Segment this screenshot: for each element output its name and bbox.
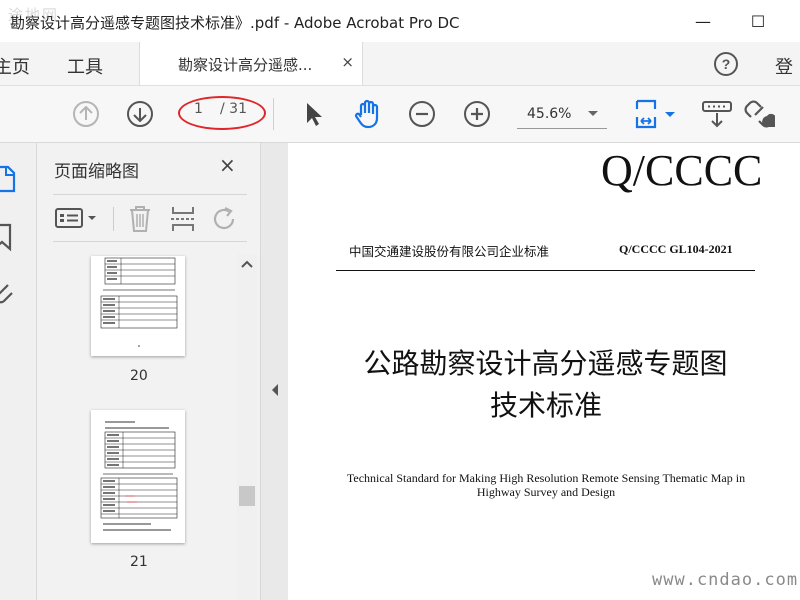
thumbnail-options-icon[interactable]	[55, 207, 99, 231]
next-page-icon[interactable]	[124, 98, 156, 130]
tab-document-label: 勘察设计高分遥感...	[178, 56, 313, 74]
window-title: 勘察设计高分遥感专题图技术标准》.pdf - Adobe Acrobat Pro…	[10, 14, 460, 32]
bookmark-icon[interactable]	[0, 221, 18, 253]
thumbnail-list[interactable]: 20 21	[37, 254, 236, 600]
page-thumbnail-content	[100, 257, 178, 347]
chevron-down-icon[interactable]	[588, 110, 598, 118]
page-thumbnail-content	[100, 421, 178, 531]
maximize-button[interactable]: ☐	[745, 8, 771, 34]
rotate-icon[interactable]	[211, 205, 239, 233]
panel-collapse-strip[interactable]	[260, 143, 289, 600]
watermark-logo: 途地网	[8, 6, 60, 24]
page-thumbnail-20[interactable]	[91, 256, 185, 356]
chevron-down-icon[interactable]	[665, 111, 675, 119]
tab-tools[interactable]: 工具	[67, 53, 103, 79]
left-rail	[0, 143, 37, 600]
document-title-line-1: 公路勘察设计高分遥感专题图	[363, 347, 728, 380]
panel-toolbar	[53, 194, 247, 242]
standard-mark: Q/CCCC	[601, 146, 763, 195]
tab-document[interactable]: 勘察设计高分遥感... ×	[139, 42, 363, 85]
select-arrow-icon[interactable]	[298, 98, 330, 130]
header-rule	[336, 270, 755, 271]
page-thumbnails-icon[interactable]	[0, 163, 20, 195]
panel-divider	[113, 207, 114, 231]
scroll-up-icon[interactable]	[241, 260, 253, 268]
document-title-english: Technical Standard for Making High Resol…	[346, 471, 746, 499]
standard-code: Q/CCCC GL104-2021	[619, 242, 733, 256]
attachment-icon[interactable]	[0, 279, 18, 311]
tab-row: 主页 工具 勘察设计高分遥感... × ? 登	[0, 42, 800, 86]
sign-in-button[interactable]: 登	[775, 53, 793, 79]
collapse-arrow-icon[interactable]	[271, 383, 279, 397]
site-watermark: www.cndao.com	[652, 570, 799, 590]
zoom-level-select[interactable]: 45.6%	[527, 106, 571, 122]
toolbar	[0, 86, 800, 143]
page-thumbnail-number: 20	[130, 368, 148, 384]
scrollbar-thumb[interactable]	[239, 486, 255, 506]
hand-icon[interactable]	[351, 97, 383, 129]
panel-close-icon[interactable]: ×	[219, 153, 236, 177]
document-title-line-2: 技术标准	[489, 389, 602, 422]
tab-home[interactable]: 主页	[0, 53, 30, 79]
svg-text:?: ?	[722, 56, 731, 72]
fit-page-icon[interactable]	[630, 97, 662, 129]
minimize-button[interactable]: —	[690, 8, 716, 34]
insert-page-icon[interactable]	[169, 205, 197, 233]
help-icon[interactable]: ?	[713, 51, 739, 77]
annotation-ellipse	[178, 96, 266, 130]
zoom-out-icon[interactable]	[406, 98, 438, 130]
page-thumbnail-number: 21	[130, 554, 148, 570]
title-bar: 勘察设计高分遥感专题图技术标准》.pdf - Adobe Acrobat Pro…	[0, 0, 800, 42]
toolbar-divider	[273, 98, 274, 130]
panel-title: 页面缩略图	[54, 162, 139, 182]
organization-name: 中国交通建设股份有限公司企业标准	[349, 244, 550, 259]
tab-close-icon[interactable]: ×	[341, 53, 354, 71]
prev-page-icon[interactable]	[70, 98, 102, 130]
page-thumbnail-21[interactable]	[91, 410, 185, 543]
delete-icon[interactable]	[127, 205, 153, 233]
zoom-in-icon[interactable]	[461, 98, 493, 130]
share-link-icon[interactable]	[743, 97, 775, 129]
zoom-underline	[517, 128, 607, 129]
keyboard-icon[interactable]	[700, 98, 732, 130]
thumbnail-scrollbar[interactable]	[237, 254, 257, 600]
